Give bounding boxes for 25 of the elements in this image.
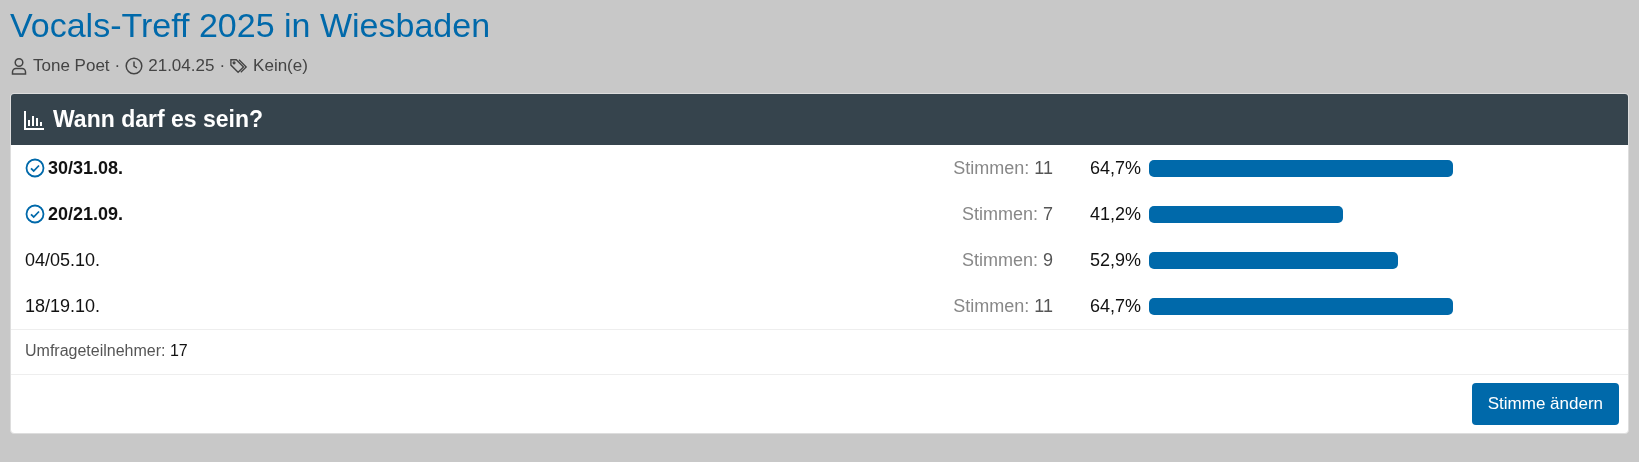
clock-icon	[125, 57, 144, 75]
change-vote-button[interactable]: Stimme ändern	[1471, 383, 1619, 425]
vote-percent: 64,7%	[1089, 295, 1141, 317]
vote-count: Stimmen: 7	[961, 203, 1053, 225]
vote-count: Stimmen: 11	[953, 295, 1053, 317]
participant-count: Umfrageteilnehmer: 17	[25, 342, 188, 359]
option-label: 18/19.10.	[25, 295, 101, 317]
user-icon	[10, 57, 28, 75]
vote-count: Stimmen: 9	[961, 249, 1053, 271]
tags-text: Kein(e)	[253, 56, 308, 76]
bar-chart-icon	[23, 108, 45, 131]
page-title: Vocals-Treff 2025 in Wiesbaden	[10, 5, 491, 46]
vote-percent: 64,7%	[1089, 157, 1141, 179]
post-date: 21.04.25	[148, 56, 215, 76]
option-label: 04/05.10.	[25, 249, 101, 271]
author-name[interactable]: Tone Poet	[33, 56, 110, 76]
tags-icon	[230, 57, 249, 75]
option-label: 20/21.09.	[48, 203, 124, 225]
poll-question: Wann darf es sein?	[53, 106, 264, 133]
option-label: 30/31.08.	[48, 157, 124, 179]
separator-dot: ·	[114, 56, 121, 76]
vote-count: Stimmen: 11	[953, 157, 1053, 179]
vote-percent: 41,2%	[1089, 203, 1141, 225]
separator-dot: ·	[219, 56, 226, 76]
vote-percent: 52,9%	[1089, 249, 1141, 271]
